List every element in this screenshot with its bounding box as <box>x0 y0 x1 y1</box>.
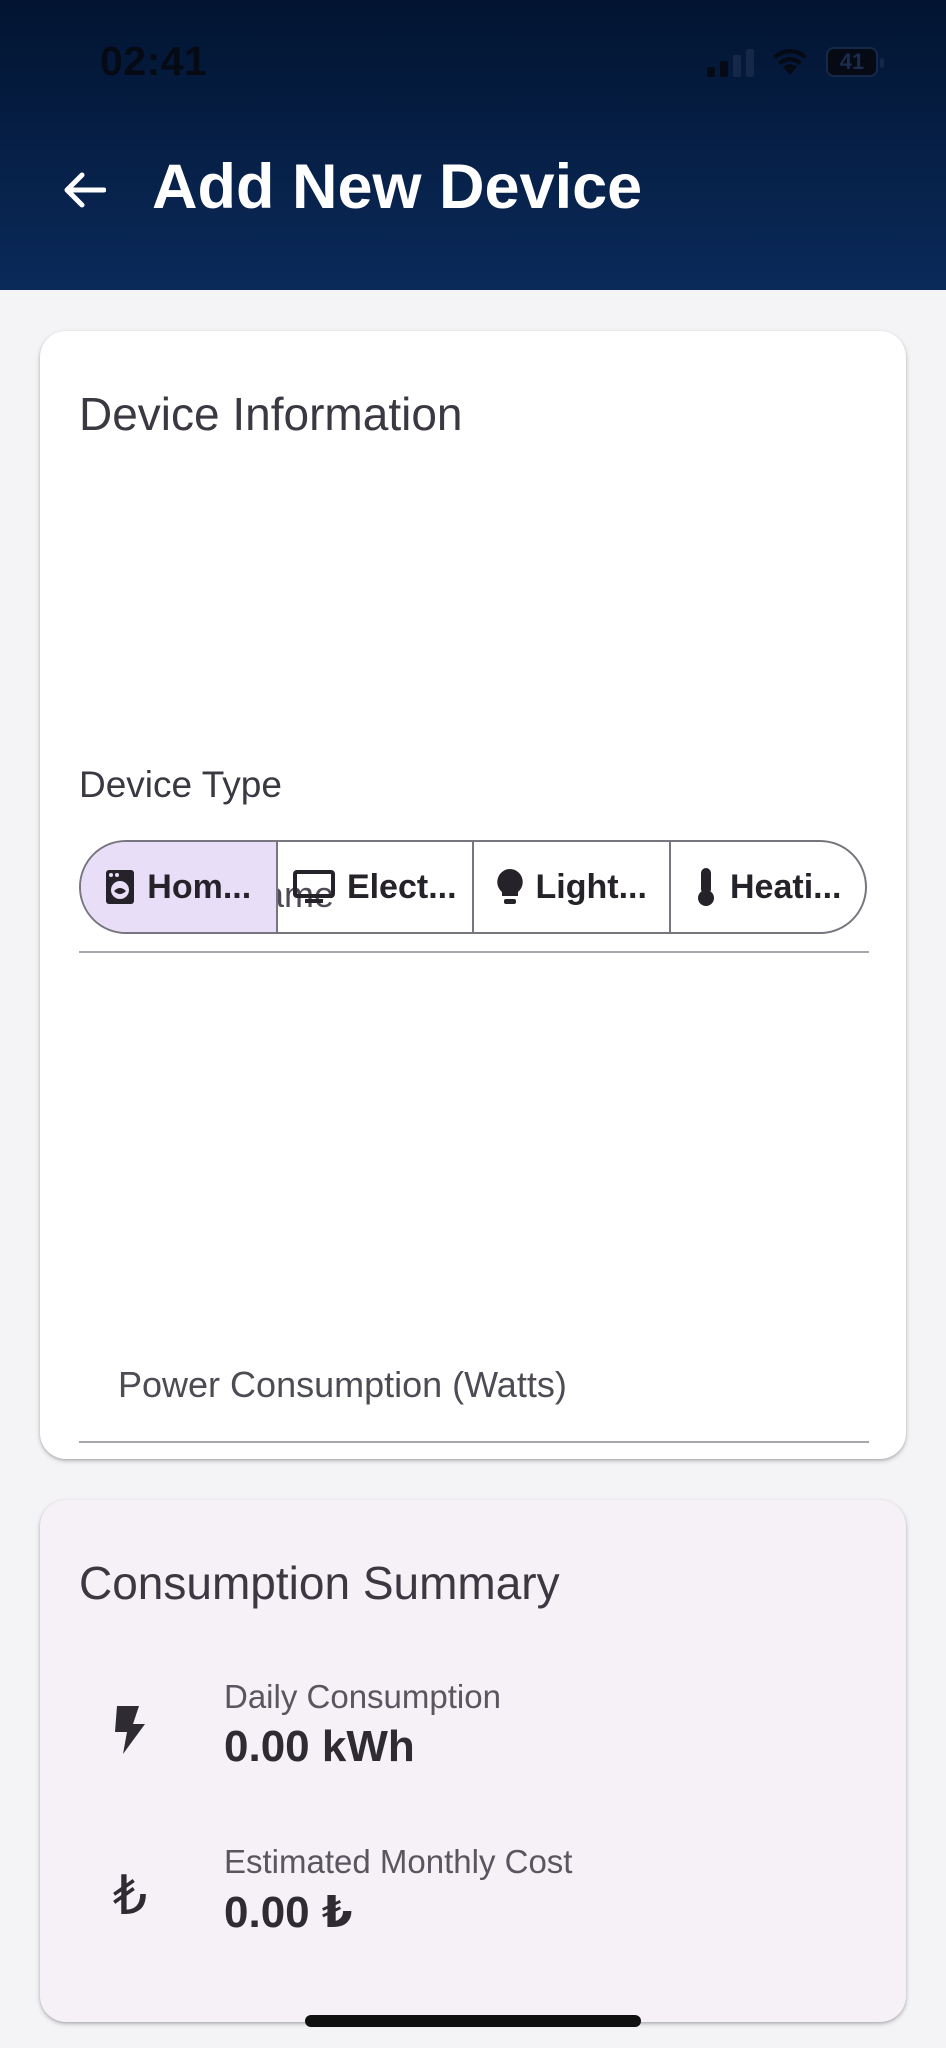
monthly-cost-value: 0.00 ₺ <box>224 1888 353 1937</box>
wifi-icon <box>772 48 808 76</box>
arrow-back-icon <box>64 172 106 208</box>
device-type-heating[interactable]: Heati... <box>671 842 866 932</box>
cellular-signal-icon <box>707 47 754 77</box>
thermometer-icon <box>694 867 718 907</box>
lira-icon: ₺ <box>112 1865 148 1926</box>
battery-icon: 41 <box>826 47 884 77</box>
device-type-label-lighting: Light... <box>535 867 647 906</box>
status-icons: 41 <box>707 44 884 80</box>
daily-consumption-row: Daily Consumption 0.00 kWh <box>40 1670 906 1790</box>
device-type-electronics[interactable]: Elect... <box>278 842 474 932</box>
washing-machine-icon <box>105 869 135 905</box>
device-type-label-electronics: Elect... <box>346 867 457 906</box>
page-title: Add New Device <box>152 152 643 222</box>
monthly-cost-row: ₺ Estimated Monthly Cost 0.00 ₺ <box>40 1835 906 1955</box>
home-indicator <box>305 2015 641 2027</box>
battery-level: 41 <box>839 49 865 74</box>
device-type-label-home: Hom... <box>147 867 252 906</box>
device-information-card: Device Information Device Type Hom... <box>40 331 906 1666</box>
device-type-label: Device Type <box>79 764 282 805</box>
consumption-summary-title: Consumption Summary <box>79 1557 560 1609</box>
device-information-title: Device Information <box>79 388 463 440</box>
power-consumption-input[interactable] <box>79 1329 869 1441</box>
monthly-cost-label: Estimated Monthly Cost <box>224 1843 573 1880</box>
consumption-summary-card: Consumption Summary Daily Consumption 0.… <box>40 1500 906 2022</box>
back-button[interactable] <box>54 160 114 220</box>
device-type-home-appliance[interactable]: Hom... <box>81 842 278 932</box>
app-header: 02:41 41 Add New Device <box>0 0 946 290</box>
device-type-label-heating: Heati... <box>730 867 842 906</box>
daily-consumption-value: 0.00 kWh <box>224 1722 415 1771</box>
bolt-icon <box>100 1700 160 1760</box>
power-consumption-field[interactable] <box>79 1329 869 1443</box>
device-type-selector: Hom... Elect... Light... Heati... <box>79 840 867 934</box>
monitor-icon <box>292 870 335 904</box>
lightbulb-icon <box>496 868 524 906</box>
daily-consumption-label: Daily Consumption <box>224 1678 501 1715</box>
device-type-lighting[interactable]: Light... <box>474 842 671 932</box>
status-time: 02:41 <box>100 38 208 84</box>
